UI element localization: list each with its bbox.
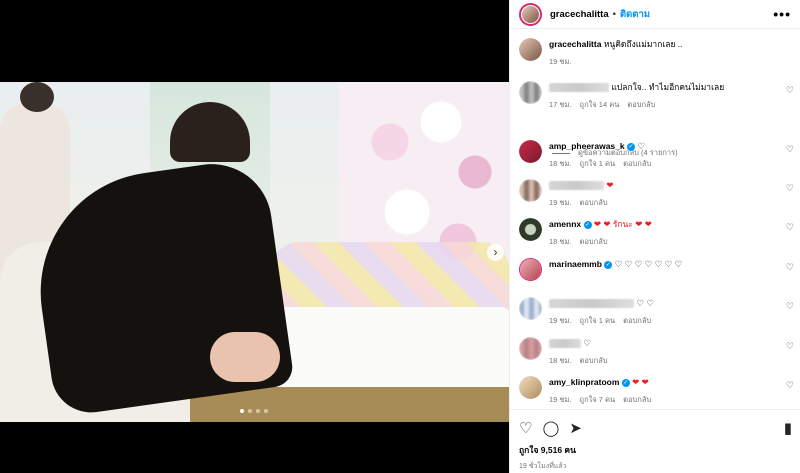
- comment-like-icon[interactable]: ♡: [786, 144, 794, 155]
- more-options-icon[interactable]: •••: [773, 6, 791, 22]
- heart-icon[interactable]: ♡: [519, 419, 532, 437]
- verified-badge-icon: ✓: [604, 260, 613, 269]
- comment-item: amennx ✓ ❤ ❤ รักนะ ❤ ❤ 18 ชม. ตอบกลับ ♡: [519, 218, 794, 248]
- comment-item: marinaemmb ✓ ♡ ♡ ♡ ♡ ♡ ♡ ♡ ♡: [519, 258, 794, 281]
- commenter-avatar[interactable]: [519, 218, 542, 241]
- comment-time: 18 ชม.: [549, 356, 572, 365]
- carousel-dots: [240, 409, 268, 413]
- comment-likes[interactable]: ถูกใจ 7 คน: [580, 395, 616, 404]
- commenter-avatar[interactable]: [519, 337, 542, 360]
- comment-likes[interactable]: ถูกใจ 14 คน: [580, 100, 620, 109]
- comment-like-icon[interactable]: ♡: [786, 380, 794, 391]
- comment-likes[interactable]: ถูกใจ 1 คน: [580, 316, 616, 325]
- commenter-avatar[interactable]: [519, 179, 542, 202]
- verified-badge-icon: ✓: [583, 220, 592, 229]
- reply-button[interactable]: ตอบกลับ: [623, 159, 651, 168]
- commenter-avatar[interactable]: [519, 258, 542, 281]
- caption-text: หนูคิดถึงแม่มากเลย ..: [603, 39, 683, 49]
- comment-like-icon[interactable]: ♡: [786, 183, 794, 194]
- reply-button[interactable]: ตอบกลับ: [580, 198, 608, 207]
- reply-button[interactable]: ตอบกลับ: [623, 395, 651, 404]
- carousel-dot: [240, 409, 244, 413]
- comment-item: ♡ 18 ชม. ตอบกลับ ♡: [519, 337, 794, 367]
- caption-time: 19 ชม.: [549, 57, 572, 66]
- comment-time: 17 ชม.: [549, 100, 572, 109]
- comment-text: แปลกใจ.. ทำไมอีกคนไม่มาเลย: [611, 82, 725, 92]
- comment-username[interactable]: amp_pheerawas_k: [549, 141, 625, 151]
- reply-button[interactable]: ตอบกลับ: [580, 356, 608, 365]
- comment-item: แปลกใจ.. ทำไมอีกคนไม่มาเลย 17 ชม. ถูกใจ 1…: [519, 81, 794, 111]
- commenter-avatar[interactable]: [519, 376, 542, 399]
- comment-time: 18 ชม.: [549, 159, 572, 168]
- commenter-avatar[interactable]: [519, 140, 542, 163]
- reply-button[interactable]: ตอบกลับ: [580, 237, 608, 246]
- comment-text: ♡ ♡ ♡ ♡ ♡ ♡ ♡: [614, 259, 683, 269]
- comments-list[interactable]: gracechalitta หนูคิดถึงแม่มากเลย .. 19 ช…: [510, 29, 800, 409]
- comment-text: ❤ ❤: [632, 377, 649, 387]
- comment-text: ❤ ❤ รักนะ ❤ ❤: [593, 219, 652, 229]
- comment-text: ♡: [637, 141, 645, 151]
- post-media: ›: [0, 0, 509, 473]
- comment-time: 19 ชม.: [549, 198, 572, 207]
- carousel-dot: [248, 409, 252, 413]
- comment-like-icon[interactable]: ♡: [786, 262, 794, 273]
- comment-time: 19 ชม.: [549, 395, 572, 404]
- comment-like-icon[interactable]: ♡: [786, 341, 794, 352]
- comment-likes[interactable]: ถูกใจ 1 คน: [580, 159, 616, 168]
- comment-username[interactable]: marinaemmb: [549, 259, 602, 269]
- post-actions: ♡ ◯ ➤ ▮ ถูกใจ 9,516 คน 19 ชั่วโมงที่แล้ว: [510, 409, 800, 472]
- author-avatar[interactable]: [519, 38, 542, 61]
- comment-text: ❤: [606, 180, 614, 190]
- reply-button[interactable]: ตอบกลับ: [623, 316, 651, 325]
- commenter-avatar[interactable]: [519, 81, 542, 104]
- comment-time: 18 ชม.: [549, 237, 572, 246]
- comment-item: amp_pheerawas_k ✓ ♡ 18 ชม. ถูกใจ 1 คน ตอบก…: [519, 140, 794, 170]
- carousel-dot: [264, 409, 268, 413]
- carousel-dot: [256, 409, 260, 413]
- post-photo[interactable]: [0, 82, 509, 422]
- next-slide-button[interactable]: ›: [487, 244, 504, 261]
- verified-badge-icon: ✓: [626, 142, 635, 151]
- comment-text: ♡ ♡: [636, 298, 654, 308]
- comment-username[interactable]: amy_klinpratoom: [549, 377, 619, 387]
- likes-count[interactable]: ถูกใจ 9,516 คน: [519, 443, 792, 457]
- post-header: gracechalitta • ติดตาม •••: [510, 0, 800, 29]
- caption: gracechalitta หนูคิดถึงแม่มากเลย .. 19 ช…: [519, 38, 794, 68]
- reply-button[interactable]: ตอบกลับ: [627, 100, 655, 109]
- comment-like-icon[interactable]: ♡: [786, 301, 794, 312]
- comment-like-icon[interactable]: ♡: [786, 85, 794, 96]
- bookmark-icon[interactable]: ▮: [784, 419, 792, 437]
- comment-item: ❤ 19 ชม. ตอบกลับ ♡: [519, 179, 794, 209]
- comment-time: 19 ชม.: [549, 316, 572, 325]
- blurred-username: [549, 181, 604, 191]
- send-icon[interactable]: ➤: [569, 419, 582, 437]
- chevron-right-icon: ›: [493, 245, 498, 259]
- post-side-panel: gracechalitta • ติดตาม ••• gracechalitta…: [509, 0, 800, 473]
- verified-badge-icon: ✓: [621, 378, 630, 387]
- comment-icon[interactable]: ◯: [542, 419, 559, 437]
- blurred-username: [549, 83, 609, 93]
- comment-text: ♡: [583, 338, 591, 348]
- caption-username[interactable]: gracechalitta: [549, 39, 601, 49]
- comment-item: amy_klinpratoom ✓ ❤ ❤ 19 ชม. ถูกใจ 7 คน ตอ…: [519, 376, 794, 406]
- blurred-username: [549, 299, 634, 309]
- commenter-avatar[interactable]: [519, 297, 542, 320]
- separator-dot: •: [612, 8, 616, 20]
- comment-username[interactable]: amennx: [549, 219, 581, 229]
- comment-item: ♡ ♡ 19 ชม. ถูกใจ 1 คน ตอบกลับ ♡: [519, 297, 794, 327]
- posted-time: 19 ชั่วโมงที่แล้ว: [519, 463, 567, 470]
- author-avatar[interactable]: [519, 2, 542, 26]
- blurred-username: [549, 339, 581, 349]
- author-username[interactable]: gracechalitta: [550, 9, 609, 20]
- comment-like-icon[interactable]: ♡: [786, 222, 794, 233]
- follow-button[interactable]: ติดตาม: [620, 7, 650, 22]
